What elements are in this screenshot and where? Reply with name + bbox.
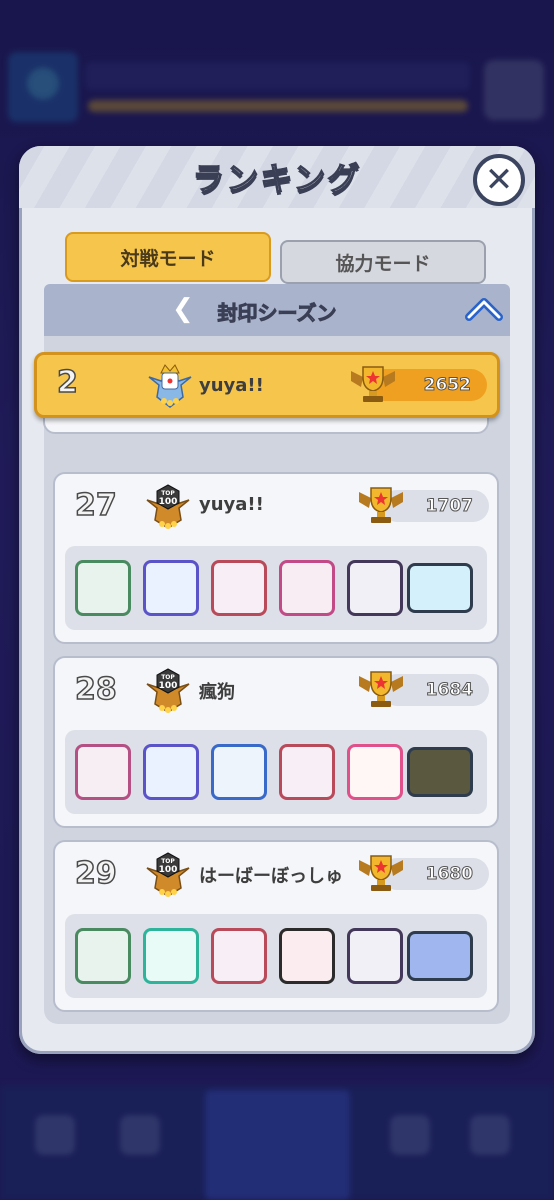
rank-number: 28: [74, 671, 117, 708]
dice-slot: [75, 744, 131, 800]
svg-text:TOP: TOP: [161, 674, 175, 681]
top100-badge-icon: TOP 100: [146, 852, 190, 897]
score-value: 2652: [423, 375, 471, 396]
trophy-icon: [359, 487, 403, 523]
player-name: yuya!!: [199, 494, 264, 515]
top100-badge-icon: TOP 100: [146, 484, 190, 529]
score-value: 1680: [425, 864, 473, 885]
dice-slot: [211, 744, 267, 800]
score-value: 1684: [425, 680, 473, 701]
player-name: 瘋狗: [199, 682, 235, 703]
ranking-panel: ランキング ✕ 対戦モード 協力モード ❮ 封印シーズン 27 TOP 100: [19, 146, 535, 1054]
ranking-row-27[interactable]: 27 TOP 100 yuya!! 1707: [53, 472, 499, 644]
dice-slot: [143, 560, 199, 616]
collapse-button[interactable]: [464, 291, 504, 327]
svg-text:100: 100: [159, 497, 178, 507]
dice-slot: [211, 560, 267, 616]
emote-slot: [407, 931, 473, 981]
emote-slot: [407, 747, 473, 797]
deck: [65, 914, 487, 998]
my-rank-row[interactable]: 2 yuya!! 2652: [34, 352, 500, 418]
tab-versus[interactable]: 対戦モード: [65, 232, 271, 282]
dice-slot: [279, 560, 335, 616]
player-name: yuya!!: [199, 375, 264, 396]
dice-slot: [279, 928, 335, 984]
dice-slot: [211, 928, 267, 984]
svg-text:100: 100: [159, 681, 178, 691]
chevron-up-icon: [465, 298, 503, 321]
deck: [65, 730, 487, 814]
dice-slot: [347, 560, 403, 616]
dice-slot: [143, 744, 199, 800]
dice-slot: [143, 928, 199, 984]
rank-number: 27: [74, 487, 117, 524]
trophy-icon: [359, 671, 403, 707]
trophy-icon: [359, 855, 403, 891]
rank-number: 29: [74, 855, 117, 892]
close-icon: ✕: [484, 160, 514, 200]
trophy-icon: [351, 366, 395, 402]
ranking-row-28[interactable]: 28 TOP 100 瘋狗 1684: [53, 656, 499, 828]
deck: [65, 546, 487, 630]
close-button[interactable]: ✕: [473, 154, 525, 206]
rank-number: 2: [56, 364, 78, 401]
svg-text:TOP: TOP: [161, 858, 175, 865]
player-name: はーばーぼっしゅ: [199, 866, 343, 887]
svg-text:100: 100: [159, 865, 178, 875]
dice-slot: [75, 560, 131, 616]
dice-slot: [347, 928, 403, 984]
ranking-row-29[interactable]: 29 TOP 100 はーばーぼっしゅ 1680: [53, 840, 499, 1012]
svg-text:TOP: TOP: [161, 490, 175, 497]
dice-slot: [347, 744, 403, 800]
tab-coop[interactable]: 協力モード: [280, 240, 486, 284]
dice-slot: [279, 744, 335, 800]
season-title: 封印シーズン: [217, 301, 337, 326]
dice-slot: [75, 928, 131, 984]
top100-badge-icon: TOP 100: [146, 668, 190, 713]
crown-badge-icon: [148, 364, 192, 408]
emote-slot: [407, 563, 473, 613]
score-value: 1707: [425, 496, 473, 517]
season-bar: ❮ 封印シーズン: [44, 284, 510, 336]
panel-title: ランキング: [192, 159, 362, 199]
